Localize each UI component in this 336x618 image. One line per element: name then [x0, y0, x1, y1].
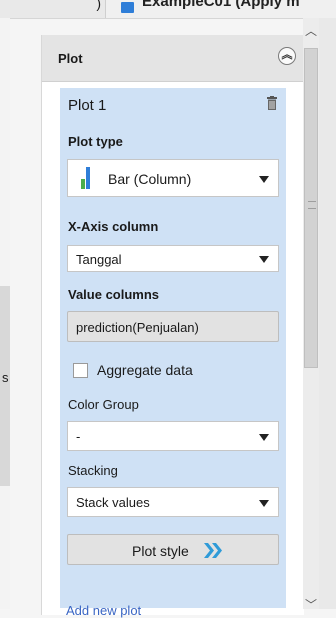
- value-columns-label: Value columns: [68, 287, 160, 302]
- color-group-select[interactable]: -: [67, 421, 279, 451]
- double-chevron-right-icon: [204, 543, 222, 558]
- chevron-down-icon: [259, 434, 269, 441]
- stacking-select[interactable]: Stack values: [67, 487, 279, 517]
- stacking-value: Stack values: [76, 495, 150, 510]
- bar-chart-icon: [80, 167, 94, 189]
- double-chevron-up-icon[interactable]: ︽: [278, 47, 296, 65]
- plot-style-label: Plot style: [132, 543, 189, 559]
- plot-panel: Plot ︽ Plot 1 Plot type Bar (Column) X-A…: [41, 35, 304, 618]
- add-plot-link[interactable]: Add new plot: [66, 603, 141, 618]
- left-panel-selection: [0, 286, 10, 486]
- trash-icon[interactable]: [267, 96, 277, 110]
- chevron-down-icon: [259, 256, 269, 263]
- value-columns-value: prediction(Penjualan): [76, 320, 199, 335]
- scroll-thumb[interactable]: [304, 48, 318, 368]
- previous-tab[interactable]: ): [0, 0, 106, 18]
- aggregate-label: Aggregate data: [97, 362, 193, 378]
- aggregate-checkbox[interactable]: [73, 363, 88, 378]
- x-axis-select[interactable]: Tanggal: [67, 245, 279, 272]
- color-group-value: -: [76, 429, 81, 444]
- scroll-grip-icon: [308, 201, 316, 209]
- right-panel-edge: [319, 18, 336, 609]
- stacking-label: Stacking: [68, 463, 118, 478]
- plot-type-label: Plot type: [68, 134, 123, 149]
- previous-tab-label: ): [96, 0, 101, 11]
- x-axis-value: Tanggal: [76, 252, 122, 267]
- plot-card: Plot 1 Plot type Bar (Column) X-Axis col…: [60, 88, 286, 608]
- color-group-label: Color Group: [68, 397, 139, 412]
- chevron-down-icon: [259, 176, 269, 183]
- plot-name: Plot 1: [68, 97, 107, 114]
- plot-panel-header: Plot ︽: [42, 35, 304, 82]
- left-panel-clipped-text: s: [2, 370, 9, 385]
- chevron-down-icon: [259, 500, 269, 507]
- active-tab-title[interactable]: ExampleC01 (Apply m: [142, 0, 300, 10]
- plot-style-button[interactable]: Plot style: [67, 534, 279, 565]
- tab-strip: ) ExampleC01 (Apply m: [0, 0, 336, 19]
- scroll-down-icon[interactable]: ﹀: [305, 596, 317, 613]
- scroll-up-icon[interactable]: ︿: [305, 25, 317, 37]
- panel-title: Plot: [58, 51, 83, 66]
- document-icon: [121, 2, 134, 13]
- value-columns-button[interactable]: prediction(Penjualan): [67, 311, 279, 342]
- plot-type-value: Bar (Column): [108, 171, 192, 187]
- plot-type-select[interactable]: Bar (Column): [67, 159, 279, 197]
- x-axis-label: X-Axis column: [68, 219, 159, 234]
- panel-scrollbar[interactable]: ︿ ﹀: [303, 18, 319, 612]
- left-panel-edge: s: [0, 18, 10, 609]
